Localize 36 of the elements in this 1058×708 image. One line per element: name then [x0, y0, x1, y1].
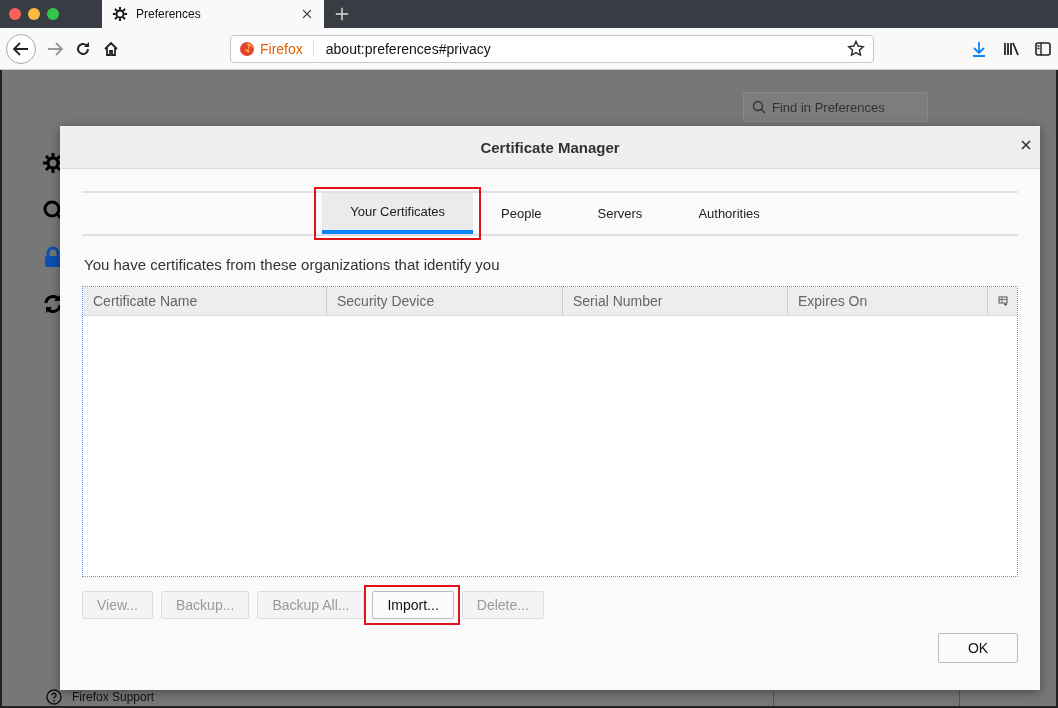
browser-tab[interactable]: Preferences [102, 0, 324, 28]
ok-button[interactable]: OK [938, 633, 1018, 663]
sidebar-icon[interactable] [1034, 39, 1052, 58]
column-picker-icon[interactable] [997, 296, 1008, 306]
close-icon[interactable] [300, 7, 314, 21]
search-icon [752, 100, 766, 114]
gear-icon[interactable] [112, 6, 128, 22]
description-text: You have certificates from these organizations that identify you [84, 256, 501, 273]
support-link[interactable]: Firefox Support [72, 690, 155, 704]
help-icon [46, 689, 62, 705]
url-text: about:preferences#privacy [325, 40, 492, 57]
star-icon[interactable] [847, 39, 865, 58]
dialog-button[interactable]: Import... [372, 591, 454, 619]
dialog-tab[interactable]: People [473, 193, 570, 234]
dialog-tab[interactable]: Authorities [670, 193, 788, 234]
back-arrow-icon [12, 39, 30, 58]
close-window-button[interactable] [9, 8, 21, 20]
dialog-tab[interactable]: Your Certificates [322, 193, 474, 234]
column-header[interactable]: Serial Number [562, 287, 787, 315]
firefox-logo-icon [239, 40, 255, 57]
search-field[interactable]: Find in Preferences [743, 92, 928, 122]
back-button[interactable] [6, 33, 36, 64]
plus-icon[interactable] [334, 6, 350, 22]
column-header[interactable]: Expires On [787, 287, 987, 315]
zoom-button[interactable] [47, 8, 59, 20]
dialog-title: Certificate Manager [480, 138, 620, 156]
column-header[interactable]: Security Device [326, 287, 562, 315]
column-header[interactable]: Certificate Name [83, 287, 326, 315]
download-icon[interactable] [970, 39, 988, 58]
identity-label: Firefox [260, 40, 303, 57]
home-icon[interactable] [102, 39, 120, 58]
dialog-tab[interactable]: Servers [569, 193, 671, 234]
address-bar[interactable]: Firefox about:preferences#privacy [230, 34, 874, 63]
minimize-button[interactable] [28, 8, 40, 20]
forward-icon[interactable] [46, 39, 64, 58]
close-icon[interactable] [1020, 139, 1032, 151]
